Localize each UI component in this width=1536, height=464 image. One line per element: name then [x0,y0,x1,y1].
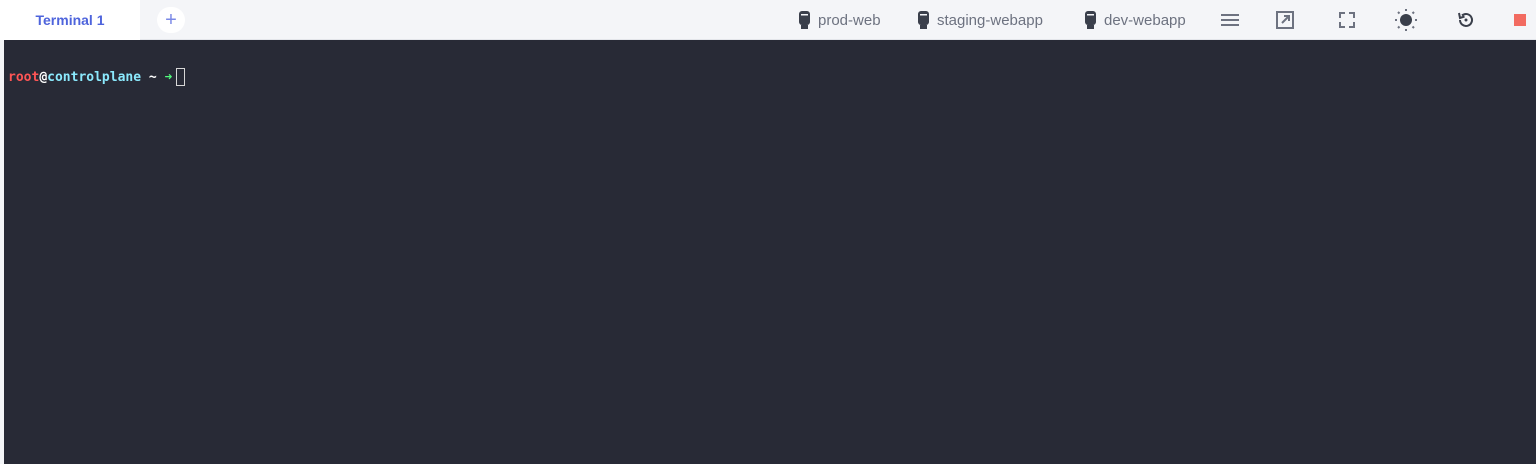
tab-label: Terminal 1 [35,12,105,28]
stop-button[interactable] [1508,8,1532,32]
prompt-arrow-icon: ➜ [164,69,173,85]
fullscreen-button[interactable] [1335,8,1359,32]
restart-button[interactable] [1454,8,1478,32]
open-external-icon [1276,11,1294,29]
tab-terminal-1[interactable]: Terminal 1 [0,0,140,40]
server-icon [1085,10,1096,29]
fullscreen-icon [1339,12,1355,28]
server-icon [918,10,929,29]
shell-prompt: root @ controlplane ~ ➜ [8,67,1536,87]
terminal-tab-bar: Terminal 1 + prod-web staging-webapp dev… [0,0,1536,40]
add-tab-button[interactable]: + [157,7,185,33]
host-label: prod-web [818,11,881,29]
menu-button[interactable] [1218,8,1242,32]
prompt-at: @ [39,69,48,85]
prompt-host: controlplane [47,69,142,85]
open-external-button[interactable] [1273,8,1297,32]
server-icon [799,10,810,29]
theme-toggle-button[interactable] [1394,8,1418,32]
terminal-output-area[interactable]: root @ controlplane ~ ➜ [4,40,1536,464]
host-label: dev-webapp [1104,11,1186,29]
terminal-cursor [176,68,186,86]
host-prod-web[interactable]: prod-web [798,10,881,30]
menu-icon [1221,14,1239,26]
plus-icon: + [165,9,177,31]
prompt-user: root [8,69,40,85]
restart-icon [1458,12,1473,27]
theme-brightness-icon [1395,9,1417,31]
host-staging-webapp[interactable]: staging-webapp [917,10,1043,30]
host-label: staging-webapp [937,11,1043,29]
prompt-path: ~ [141,69,165,85]
stop-icon [1514,14,1526,26]
host-dev-webapp[interactable]: dev-webapp [1084,10,1186,30]
